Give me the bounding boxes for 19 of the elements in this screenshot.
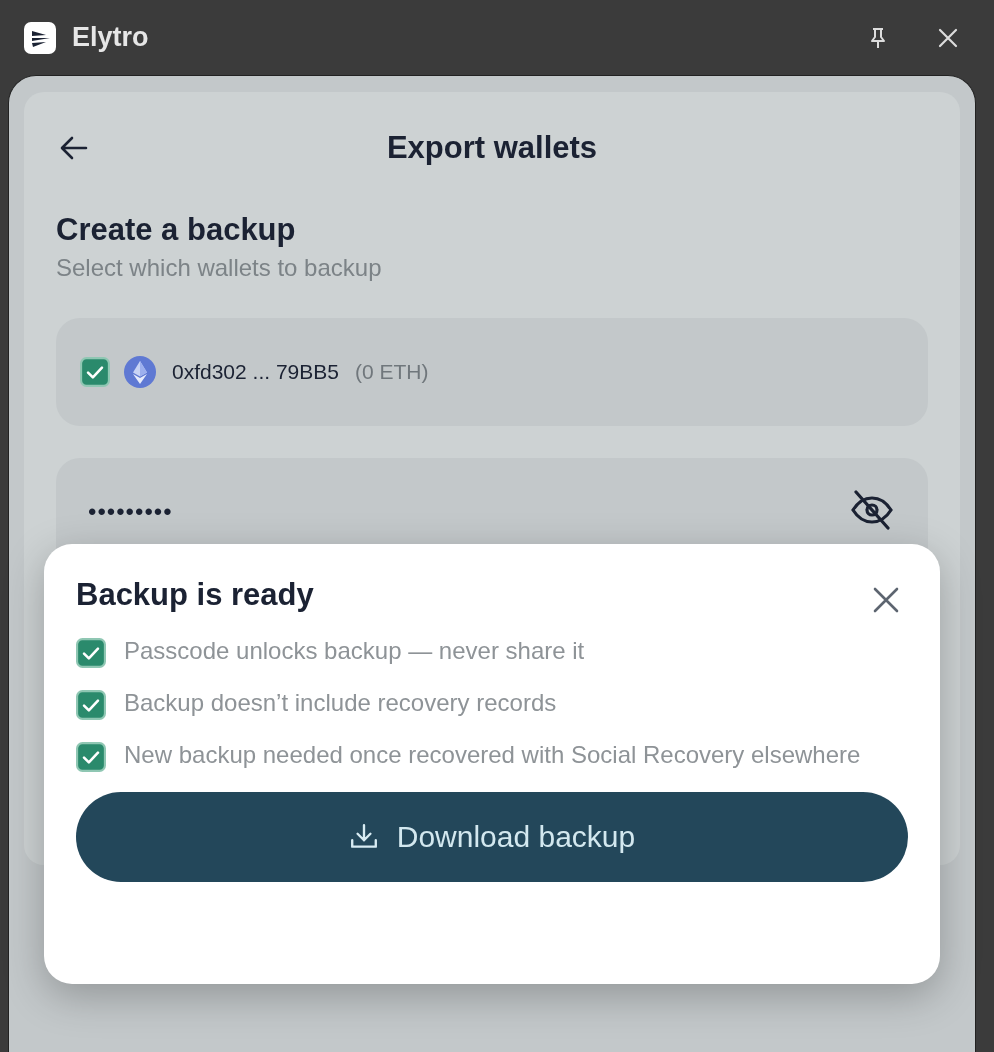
wallet-address: 0xfd302 ... 79BB5 — [172, 360, 339, 384]
ethereum-icon — [124, 356, 156, 388]
checkbox[interactable] — [80, 357, 110, 387]
wallet-balance: (0 ETH) — [354, 360, 429, 384]
app-logo-icon — [24, 21, 56, 54]
checklist-text: Backup doesn’t include recovery records — [124, 688, 557, 718]
download-button[interactable]: Download backup — [76, 792, 908, 882]
page-title: Export wallets — [386, 130, 598, 166]
passcode-value: ••••••••• — [88, 498, 173, 526]
checklist-text: New backup needed once recovered with Social Recovery elsewhere — [124, 740, 861, 770]
section-title: Create a backup — [56, 212, 297, 248]
checkbox[interactable] — [76, 690, 106, 720]
app-title: Elytro — [72, 22, 149, 53]
dialog-title: Backup is ready — [76, 577, 314, 613]
checkbox[interactable] — [76, 742, 106, 772]
section-subtitle: Select which wallets to backup — [56, 254, 383, 282]
checkbox[interactable] — [76, 638, 106, 668]
wallet-row[interactable]: 0xfd302 ... 79BB5 (0 ETH) — [56, 318, 928, 426]
checklist-text: Passcode unlocks backup — never share it — [124, 636, 585, 666]
